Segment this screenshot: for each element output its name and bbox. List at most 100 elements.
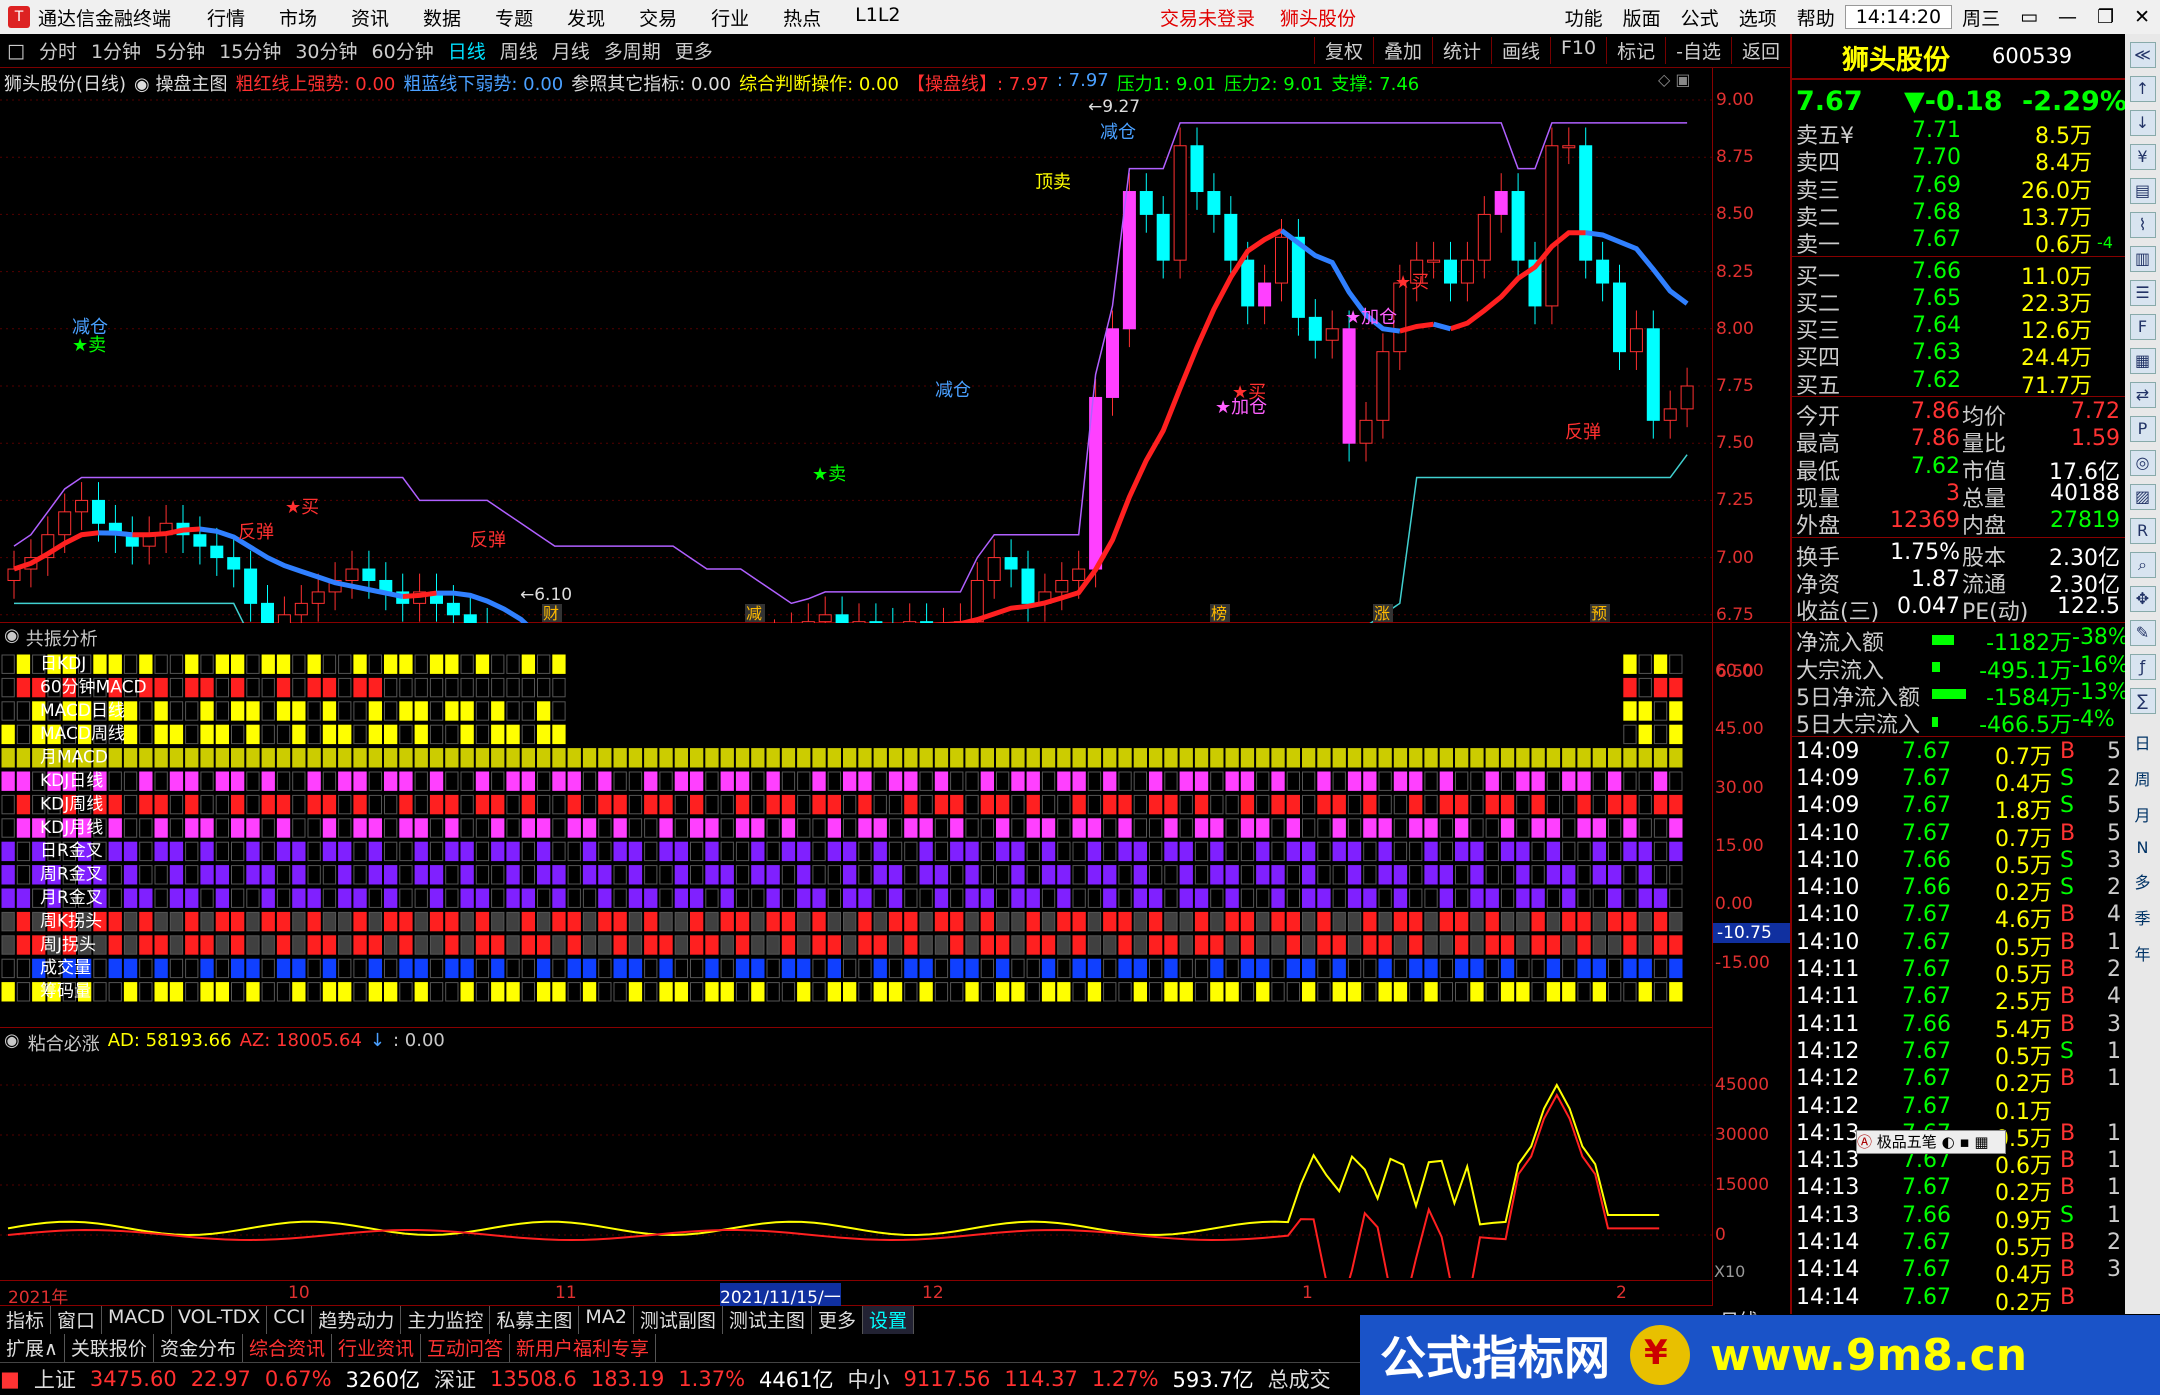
period-tab[interactable]: 更多 <box>668 37 720 64</box>
f10-icon[interactable]: F <box>2129 314 2156 340</box>
toolbar-button[interactable]: 标记 <box>1606 37 1665 64</box>
zoom-icon[interactable]: ⌕ <box>2129 552 2156 578</box>
period-tab[interactable]: 分时 <box>32 37 84 64</box>
menu-item[interactable]: 行情 <box>190 4 262 31</box>
sidebar-period[interactable]: 年 <box>2125 941 2160 965</box>
period-tab[interactable]: 5分钟 <box>148 37 212 64</box>
period-tab[interactable]: 15分钟 <box>212 37 288 64</box>
resonance-cell <box>1302 888 1316 908</box>
candlestick-chart[interactable]: 减仓★卖反弹★买反弹减仓★卖顶卖减仓★买★加仓★加仓★买反弹←9.27←6.10… <box>0 68 1713 623</box>
info-tab[interactable]: 行业资讯 <box>332 1334 421 1362</box>
indicator-tab[interactable]: 测试副图 <box>634 1306 723 1334</box>
toolbar-button[interactable]: 叠加 <box>1372 37 1432 64</box>
toolbar-button[interactable]: 统计 <box>1431 37 1491 64</box>
grid-icon[interactable]: ▦ <box>2129 348 2156 374</box>
resonance-grid[interactable]: 日KDJ60分钟MACDMACD日线MACD周线月MACDKDJ日线KDJ周线K… <box>0 623 1713 1028</box>
resonance-cell <box>1256 888 1270 908</box>
down-arrow-icon[interactable]: ↓ <box>2129 110 2156 136</box>
sidebar-toggle-icon[interactable]: □ <box>0 40 32 62</box>
indicator-tab[interactable]: 设置 <box>862 1306 914 1334</box>
info-tab[interactable]: 综合资讯 <box>243 1334 332 1362</box>
calc-icon[interactable]: ∑ <box>2129 688 2156 714</box>
quote-icon[interactable]: ¥ <box>2129 144 2156 170</box>
toolbar-button[interactable]: 返回 <box>1730 37 1790 64</box>
sidebar-period[interactable]: 季 <box>2125 905 2160 929</box>
up-arrow-icon[interactable]: ↑ <box>2129 76 2156 102</box>
pen-icon[interactable]: ✎ <box>2129 620 2156 646</box>
rsi-icon[interactable]: R <box>2129 518 2156 544</box>
indicator-tab[interactable]: VOL-TDX <box>172 1306 268 1334</box>
info-tab[interactable]: 资金分布 <box>154 1334 243 1362</box>
ps-icon[interactable]: P <box>2129 416 2156 442</box>
indicator-tab[interactable]: MA2 <box>579 1306 634 1334</box>
menu-item[interactable]: 公式 <box>1671 4 1729 31</box>
menu-item[interactable]: 发现 <box>550 4 622 31</box>
period-tab[interactable]: 1分钟 <box>84 37 148 64</box>
period-tab[interactable]: 日线 <box>441 37 493 64</box>
kline-icon[interactable]: ▥ <box>2129 246 2156 272</box>
resonance-cell <box>1103 958 1117 979</box>
menu-item[interactable]: 帮助 <box>1787 4 1845 31</box>
compare-icon[interactable]: ⇄ <box>2129 382 2156 408</box>
indicator-tab[interactable]: 测试主图 <box>723 1306 812 1334</box>
list-icon[interactable]: ☰ <box>2129 280 2156 306</box>
indicator-chart[interactable] <box>0 1028 1713 1278</box>
info-tab[interactable]: 关联报价 <box>65 1334 154 1362</box>
chart-icon[interactable]: ▨ <box>2129 484 2156 510</box>
menu-item[interactable]: 资讯 <box>334 4 406 31</box>
menu-item[interactable]: L1L2 <box>838 4 917 31</box>
toolbar-button[interactable]: F10 <box>1550 37 1606 64</box>
formula-icon[interactable]: ƒ <box>2129 654 2156 680</box>
ime-toolbar[interactable]: Ⓐ 极品五笔 ◐ ▪ ▦ <box>1856 1130 2006 1154</box>
info-tab[interactable]: 扩展∧ <box>0 1334 65 1362</box>
sidebar-period[interactable]: 月 <box>2125 802 2160 826</box>
indicator-tab[interactable]: 指标 <box>0 1306 52 1334</box>
info-tab[interactable]: 互动问答 <box>421 1334 510 1362</box>
toolbar-button[interactable]: 画线 <box>1490 37 1550 64</box>
menu-item[interactable]: 选项 <box>1729 4 1787 31</box>
login-status[interactable]: 交易未登录 <box>1160 4 1255 31</box>
gauge-icon[interactable]: ◎ <box>2129 450 2156 476</box>
sidebar-period[interactable]: 周 <box>2125 766 2160 790</box>
indicator-tab[interactable]: MACD <box>102 1306 172 1334</box>
resonance-cell <box>873 748 887 768</box>
resonance-cell <box>720 818 734 838</box>
sidebar-period[interactable]: 多 <box>2125 869 2160 893</box>
window-icon[interactable]: — <box>2048 6 2087 28</box>
menu-item[interactable]: 行业 <box>694 4 766 31</box>
period-tab[interactable]: 30分钟 <box>288 37 364 64</box>
indicator-tab[interactable]: 主力监控 <box>401 1306 491 1334</box>
menu-item[interactable]: 专题 <box>478 4 550 31</box>
chart-scroll-right-icon[interactable]: ◇ ▣ <box>1658 70 1691 89</box>
restore-icon[interactable]: ❐ <box>2087 6 2124 28</box>
resonance-cell <box>1623 724 1637 745</box>
menu-item[interactable]: 功能 <box>1555 4 1613 31</box>
period-tab[interactable]: 多周期 <box>597 37 668 64</box>
menu-item[interactable]: 交易 <box>622 4 694 31</box>
indicator-tab[interactable]: 窗口 <box>51 1306 103 1334</box>
line-chart-icon[interactable]: ⌇ <box>2129 212 2156 238</box>
sidebar-period[interactable]: N <box>2125 838 2160 857</box>
period-tab[interactable]: 月线 <box>545 37 597 64</box>
indicator-tab[interactable]: 趋势动力 <box>312 1306 402 1334</box>
move-icon[interactable]: ✥ <box>2129 586 2156 612</box>
table-icon[interactable]: ▤ <box>2129 178 2156 204</box>
expand-icon[interactable]: ≪ <box>2129 42 2156 68</box>
sidebar-period[interactable]: 日 <box>2125 730 2160 754</box>
menu-item[interactable]: 市场 <box>262 4 334 31</box>
minimize-icon[interactable]: ▭ <box>2010 6 2048 28</box>
menu-item[interactable]: 版面 <box>1613 4 1671 31</box>
toolbar-button[interactable]: -自选 <box>1665 37 1731 64</box>
toolbar-button[interactable]: 复权 <box>1313 37 1373 64</box>
period-tab[interactable]: 60分钟 <box>365 37 441 64</box>
info-tab[interactable]: 新用户福利专享 <box>510 1334 657 1362</box>
menu-item[interactable]: 数据 <box>406 4 478 31</box>
indicator-tab[interactable]: 更多 <box>812 1306 863 1334</box>
resonance-cell <box>1562 818 1576 838</box>
menu-item[interactable]: 热点 <box>766 4 838 31</box>
period-tab[interactable]: 周线 <box>493 37 545 64</box>
indicator-tab[interactable]: 私募主图 <box>490 1306 580 1334</box>
indicator-tab[interactable]: CCI <box>267 1306 313 1334</box>
price-tick: 7.50 <box>1716 433 1754 454</box>
close-icon[interactable]: ✕ <box>2124 6 2160 28</box>
